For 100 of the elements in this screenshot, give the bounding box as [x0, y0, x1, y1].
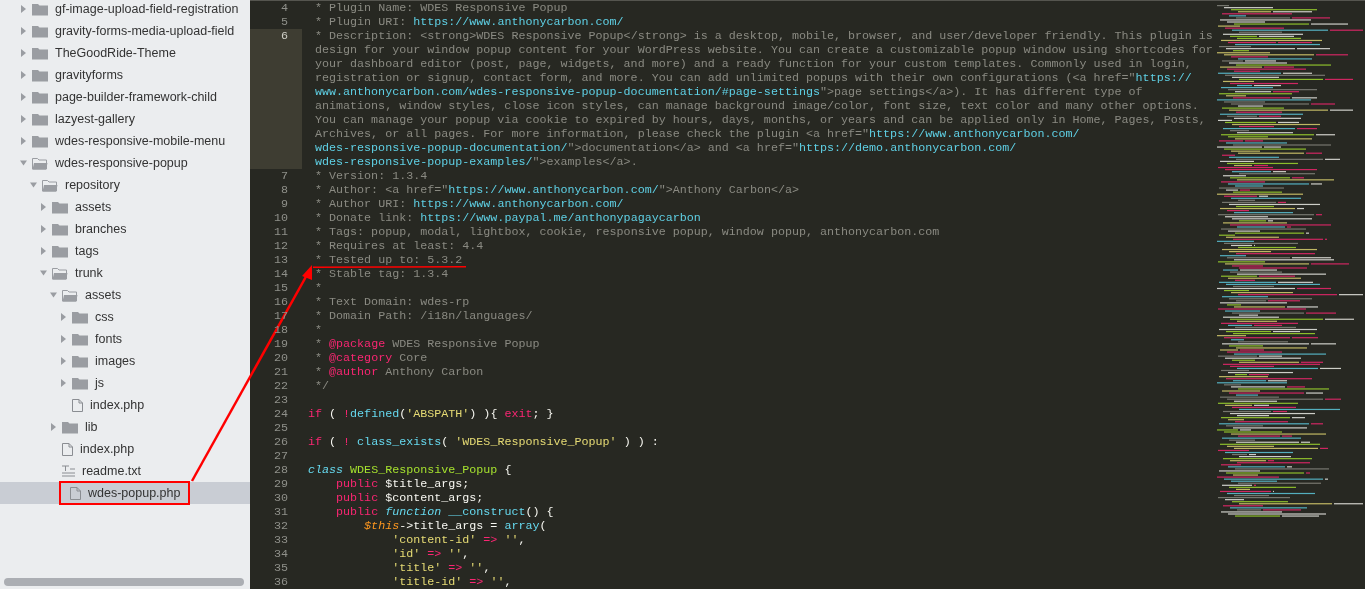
tree-item-label: assets	[75, 198, 112, 216]
line-number: 31	[273, 505, 288, 519]
tree-item-label: repository	[65, 176, 120, 194]
code-line: 'title-id' => '',	[391, 576, 512, 588]
line-number: 4	[281, 1, 288, 15]
line-number: 5	[281, 15, 288, 29]
code-line: animations, window styles, close icon styles, can manage background image/color, font size, text color and many other options.	[315, 100, 1199, 112]
caret-icon[interactable]	[50, 423, 57, 431]
line-number: 16	[273, 295, 288, 309]
tree-item[interactable]: tags	[0, 240, 250, 262]
code-line: */	[314, 380, 330, 392]
tree-item[interactable]: lib	[0, 416, 250, 438]
caret-icon[interactable]	[20, 93, 27, 101]
code-line: *	[314, 282, 323, 294]
tree-item[interactable]: assets	[0, 196, 250, 218]
tree-item-label: index.php	[80, 440, 135, 458]
folder-icon	[52, 244, 68, 258]
code-line: * Description: <strong>WDES Responsive Popup</strong> is a desktop, mobile, browser, and user/developer friendly. This plugin is	[314, 30, 1213, 42]
folder-open-icon	[62, 288, 78, 302]
tree-item[interactable]: lazyest-gallery	[0, 108, 250, 130]
tree-item[interactable]: repository	[0, 174, 250, 196]
line-number: 26	[273, 435, 288, 449]
tree-item[interactable]: wdes-responsive-popup	[0, 152, 250, 174]
caret-icon[interactable]	[40, 203, 47, 211]
folder-open-icon	[42, 178, 58, 192]
tree-item-label: fonts	[95, 330, 123, 348]
tree-item[interactable]: assets	[0, 284, 250, 306]
caret-icon[interactable]	[20, 49, 27, 57]
caret-icon[interactable]	[20, 71, 27, 79]
tree-item[interactable]: trunk	[0, 262, 250, 284]
caret-icon[interactable]	[20, 5, 27, 13]
caret-icon[interactable]	[40, 225, 47, 233]
folder-icon	[32, 24, 48, 38]
caret-icon[interactable]	[20, 159, 27, 167]
caret-icon[interactable]	[40, 269, 47, 277]
caret-icon[interactable]	[60, 335, 67, 343]
folder-icon	[32, 134, 48, 148]
tree-item-label: js	[95, 374, 105, 392]
tree-item-label: wdes-responsive-mobile-menu	[55, 132, 226, 150]
line-number: 34	[273, 547, 288, 561]
code-line: 'id' => '',	[391, 548, 470, 560]
tree-item-label: lazyest-gallery	[55, 110, 135, 128]
line-number: 32	[273, 519, 288, 533]
tree-item[interactable]: page-builder-framework-child	[0, 86, 250, 108]
line-number: 30	[273, 491, 288, 505]
folder-open-icon	[52, 266, 68, 280]
tree-item[interactable]: index.php	[0, 438, 250, 460]
tree-item[interactable]: gravityforms	[0, 64, 250, 86]
code-line: * Author URI: https://www.anthonycarbon.com/	[314, 198, 624, 210]
line-number: 14	[273, 267, 288, 281]
code-line: * @package WDES Responsive Popup	[314, 338, 540, 350]
tree-item[interactable]: js	[0, 372, 250, 394]
caret-icon[interactable]	[60, 313, 67, 321]
tree-item[interactable]: fonts	[0, 328, 250, 350]
caret-icon[interactable]	[20, 115, 27, 123]
tree-item[interactable]: branches	[0, 218, 250, 240]
caret-icon[interactable]	[30, 181, 37, 189]
folder-icon	[32, 68, 48, 82]
code-line: * Requires at least: 4.4	[314, 240, 484, 252]
code-line: class WDES_Responsive_Popup {	[308, 464, 512, 476]
line-number: 15	[273, 281, 288, 295]
tree-item[interactable]: css	[0, 306, 250, 328]
code-line: You can manage your popup via cookie to expired by hours, days, months, or years and can be applied only in Home, Pages, Posts,	[315, 114, 1206, 126]
tree-item[interactable]: gf-image-upload-field-registration	[0, 0, 250, 20]
tree-item-label: tags	[75, 242, 99, 260]
tree-item[interactable]: wdes-popup.php	[0, 482, 250, 504]
line-number: 29	[273, 477, 288, 491]
tree-item-label: gravityforms	[55, 66, 124, 84]
caret-icon[interactable]	[60, 379, 67, 387]
code-line: if ( ! class_exists( 'WDES_Responsive_Popup' ) ) :	[308, 436, 659, 448]
code-line: public function __construct() {	[335, 506, 554, 518]
tree-item[interactable]: wdes-responsive-mobile-menu	[0, 130, 250, 152]
caret-icon[interactable]	[40, 247, 47, 255]
tree-item[interactable]: readme.txt	[0, 460, 250, 482]
caret-icon[interactable]	[20, 137, 27, 145]
line-number: 22	[273, 379, 288, 393]
code-line: *	[314, 324, 323, 336]
folder-icon	[32, 46, 48, 60]
line-number: 21	[273, 365, 288, 379]
code-line: wdes-responsive-popup-documentation/">documentation</a> and <a href="https://demo.anthonycarbon.com/	[315, 142, 1017, 154]
code-line: design for your window popup content for your WordPress website. You can create a customizable popup window using shortcodes for	[315, 44, 1213, 56]
tree-item[interactable]: index.php	[0, 394, 250, 416]
code-line: * @author Anthony Carbon	[314, 366, 484, 378]
caret-icon[interactable]	[60, 357, 67, 365]
tree-item-label: readme.txt	[82, 462, 142, 480]
code-line: public $content_args;	[335, 492, 484, 504]
scrollbar[interactable]	[4, 578, 244, 586]
tree-item[interactable]: gravity-forms-media-upload-field	[0, 20, 250, 42]
code-line: * Tested up to: 5.3.2	[314, 254, 463, 266]
tree-item[interactable]: TheGoodRide-Theme	[0, 42, 250, 64]
file-icon	[72, 398, 83, 412]
caret-icon[interactable]	[50, 291, 57, 299]
line-number: 36	[273, 575, 288, 589]
tree-item-label: lib	[85, 418, 98, 436]
line-number: 25	[273, 421, 288, 435]
caret-icon[interactable]	[20, 27, 27, 35]
code-line: * Tags: popup, modal, lightbox, cookie, responsive popup, window popup, anthonycarbon.com	[314, 226, 940, 238]
folder-icon	[72, 376, 88, 390]
tree-item[interactable]: images	[0, 350, 250, 372]
line-number: 8	[281, 183, 288, 197]
